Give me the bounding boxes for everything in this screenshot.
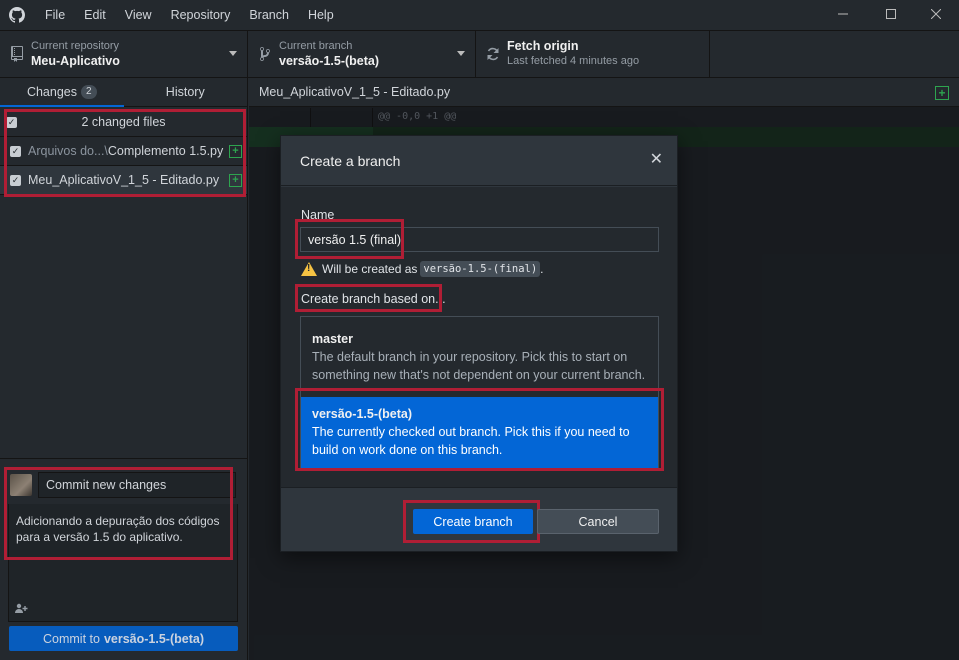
branch-name-warning: Will be created as versão-1.5-(final) . (301, 261, 544, 277)
chevron-down-icon (229, 51, 237, 56)
avatar (10, 474, 32, 496)
menu-help[interactable]: Help (308, 8, 334, 22)
commit-description-input[interactable]: Adicionando a depuração dos códigos para… (8, 504, 238, 622)
title-bar: File Edit View Repository Branch Help (0, 0, 959, 30)
menu-file[interactable]: File (45, 8, 65, 22)
maximize-icon (886, 9, 896, 19)
close-icon (931, 9, 941, 19)
sync-icon (484, 47, 502, 61)
menu-view[interactable]: View (125, 8, 152, 22)
warning-suffix: . (540, 262, 544, 276)
repo-name: Meu-Aplicativo (31, 54, 120, 68)
minimize-icon (838, 13, 848, 15)
toolbar: Current repository Meu-Aplicativo Curren… (0, 30, 959, 78)
close-window-button[interactable] (913, 0, 959, 28)
commit-summary-input[interactable]: Commit new changes (38, 472, 236, 498)
fetch-title: Fetch origin (507, 39, 579, 53)
warning-icon (301, 262, 317, 276)
highlight-box (295, 388, 664, 471)
commit-area: Commit new changes Adicionando a depuraç… (0, 458, 248, 660)
create-branch-button[interactable]: Create branch (413, 509, 533, 534)
fetch-status: Last fetched 4 minutes ago (507, 55, 640, 67)
add-coauthor-icon[interactable] (15, 603, 29, 616)
repo-label: Current repository (31, 40, 120, 52)
highlight-box (4, 109, 246, 197)
tab-history-label: History (165, 85, 205, 99)
close-icon[interactable]: ✕ (650, 152, 663, 168)
commit-button[interactable]: Commit to versão-1.5-(beta) (9, 626, 238, 651)
current-branch-selector[interactable]: Current branch versão-1.5-(beta) (248, 31, 476, 77)
tab-changes-label: Changes (26, 85, 77, 99)
chevron-down-icon (457, 51, 465, 56)
sidebar: Changes 2 History ✓ 2 changed files ✓ Ar… (0, 78, 248, 660)
dialog-header: Create a branch ✕ (281, 136, 677, 186)
github-logo-icon (9, 7, 25, 23)
tab-history[interactable]: History (124, 78, 248, 106)
create-branch-dialog: Create a branch ✕ Name versão 1.5 (final… (280, 135, 678, 552)
menu-repository[interactable]: Repository (171, 8, 231, 22)
commit-description-text: Adicionando a depuração dos códigos para… (16, 514, 220, 544)
sidebar-tabs: Changes 2 History (0, 78, 247, 107)
diff-file-title: Meu_AplicativoV_1_5 - Editado.py (259, 85, 451, 99)
cancel-button[interactable]: Cancel (537, 509, 659, 534)
warning-prefix: Will be created as (322, 262, 418, 276)
list-item[interactable]: master The default branch in your reposi… (301, 322, 658, 392)
minimize-button[interactable] (820, 0, 866, 28)
fetch-origin-button[interactable]: Fetch origin Last fetched 4 minutes ago (476, 31, 710, 77)
repo-icon (8, 46, 26, 62)
changes-count-badge: 2 (80, 85, 97, 99)
branch-name: versão-1.5-(beta) (279, 54, 380, 68)
menu-branch[interactable]: Branch (249, 8, 289, 22)
tab-changes[interactable]: Changes 2 (0, 78, 124, 107)
branch-label: Current branch (279, 40, 353, 52)
sanitized-branch-name: versão-1.5-(final) (420, 261, 541, 277)
dialog-body: Name versão 1.5 (final) Will be created … (281, 187, 677, 487)
file-added-icon: + (935, 86, 949, 100)
dialog-footer: Create branch Cancel (281, 487, 677, 551)
branch-icon (256, 46, 274, 62)
commit-button-prefix: Commit to (43, 631, 100, 646)
maximize-button[interactable] (868, 0, 914, 28)
highlight-box (295, 219, 404, 259)
base-branch-name: master (312, 332, 353, 346)
dialog-title: Create a branch (300, 152, 401, 169)
highlight-box (295, 284, 442, 312)
diff-file-header: Meu_AplicativoV_1_5 - Editado.py + (249, 78, 959, 107)
current-repository-selector[interactable]: Current repository Meu-Aplicativo (0, 31, 248, 77)
menu-edit[interactable]: Edit (84, 8, 106, 22)
base-branch-description: The default branch in your repository. P… (312, 350, 646, 382)
commit-button-branch: versão-1.5-(beta) (103, 631, 204, 646)
